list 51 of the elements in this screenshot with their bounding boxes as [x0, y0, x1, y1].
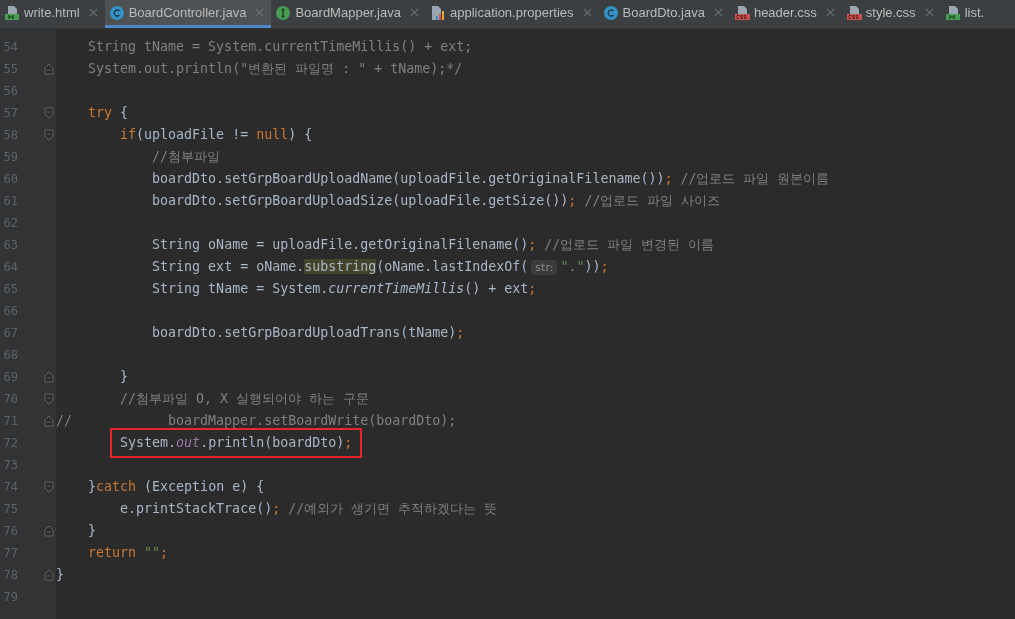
- css-file-icon: [733, 4, 750, 21]
- fold-marker-icon[interactable]: [44, 107, 54, 119]
- file-tab[interactable]: BoardController.java: [104, 0, 272, 28]
- code-line: }: [120, 368, 129, 386]
- close-icon[interactable]: [713, 8, 723, 17]
- code-line: String ext = oName.substring(oName.lastIndexOf( str: "."));: [152, 257, 609, 277]
- fold-marker-icon[interactable]: [44, 525, 54, 537]
- file-tab[interactable]: write.html: [0, 0, 105, 28]
- chart-file-icon: [429, 4, 446, 21]
- file-tab[interactable]: style.css: [841, 0, 941, 28]
- close-icon[interactable]: [88, 8, 98, 17]
- fold-marker-icon[interactable]: [44, 481, 54, 493]
- code-line: boardDto.setGrpBoardUploadName(uploadFile.getOriginalFilename()); //업로드 파일 원본이름: [152, 170, 830, 188]
- code-line: return "";: [88, 544, 169, 562]
- fold-marker-icon[interactable]: [44, 569, 54, 581]
- file-tab[interactable]: application.properties: [425, 0, 599, 28]
- file-tab[interactable]: BoardDto.java: [598, 0, 730, 28]
- code-line: }catch (Exception e) {: [88, 478, 265, 496]
- fold-marker-icon[interactable]: [44, 63, 54, 75]
- close-icon[interactable]: [924, 8, 934, 17]
- html-file-icon: [944, 4, 961, 21]
- file-tab[interactable]: list.: [940, 0, 992, 28]
- code-line: System.out.println("변환된 파일명 : " + tName);*/: [88, 60, 463, 78]
- file-tab[interactable]: BoardMapper.java: [271, 0, 426, 28]
- code-line: }: [88, 522, 97, 540]
- file-tab[interactable]: header.css: [729, 0, 842, 28]
- class-icon: [602, 4, 619, 21]
- code-line: }: [56, 566, 64, 584]
- close-icon[interactable]: [582, 8, 592, 17]
- code-line: e.printStackTrace(); //예외가 생기면 추적하겠다는 뜻: [120, 500, 498, 518]
- code-line: if(uploadFile != null) {: [120, 126, 313, 144]
- class-icon: [108, 4, 125, 21]
- css-file-icon: [845, 4, 862, 21]
- html-file-icon: [4, 4, 20, 21]
- fold-marker-icon[interactable]: [44, 129, 54, 141]
- code-line: boardDto.setGrpBoardUploadSize(uploadFile.getSize()); //업로드 파일 사이즈: [152, 192, 721, 210]
- interface-icon: [275, 4, 292, 21]
- fold-marker-icon[interactable]: [44, 393, 54, 405]
- code-line: String tName = System.currentTimeMillis() + ext;: [88, 38, 473, 56]
- code-line: String tName = System.currentTimeMillis() + ext;: [152, 280, 537, 298]
- code-line: try {: [88, 104, 129, 122]
- close-icon[interactable]: [825, 8, 835, 17]
- code-line: // boardMapper.setBoardWrite(boardDto);: [56, 412, 457, 430]
- code-line: //첨부파일: [152, 148, 221, 166]
- fold-marker-icon[interactable]: [44, 371, 54, 383]
- close-icon[interactable]: [255, 8, 265, 17]
- code-line: String oName = uploadFile.getOriginalFilename(); //업로드 파일 변경된 이름: [152, 236, 715, 254]
- code-line: //첨부파일 O, X 실행되어야 하는 구문: [120, 390, 370, 408]
- close-icon[interactable]: [409, 8, 419, 17]
- fold-marker-icon[interactable]: [44, 415, 54, 427]
- code-line: boardDto.setGrpBoardUploadTrans(tName);: [152, 324, 465, 342]
